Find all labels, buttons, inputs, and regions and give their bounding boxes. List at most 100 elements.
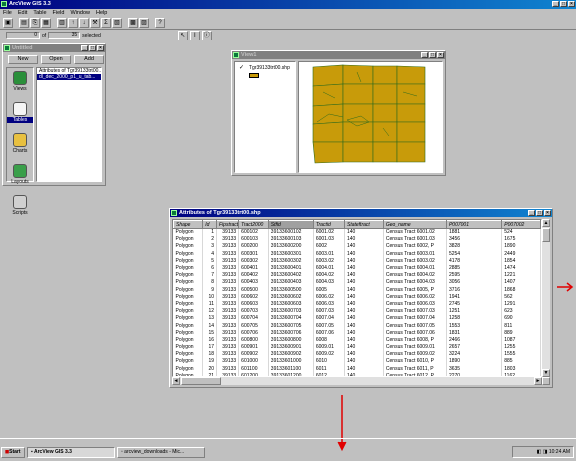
table-cell[interactable]: 39133601100	[268, 365, 314, 373]
table-cell[interactable]: 3716	[446, 286, 503, 294]
column-header[interactable]: P007002	[501, 220, 541, 229]
table-cell[interactable]: 600703	[238, 307, 269, 315]
table-cell[interactable]: 5	[202, 257, 217, 265]
scroll-thumb[interactable]	[181, 377, 221, 385]
copy-icon[interactable]: ⎘	[30, 18, 40, 28]
table-cell[interactable]: 600901	[238, 343, 269, 351]
table-cell[interactable]: Census Tract 6011, P	[383, 365, 447, 373]
new-button[interactable]: New	[8, 55, 38, 64]
identify-tool-icon[interactable]: ⓘ	[201, 30, 212, 41]
table-cell[interactable]: 811	[501, 321, 541, 330]
table-cell[interactable]: Census Tract 6003.02	[383, 257, 447, 265]
table-cell[interactable]: Polygon	[173, 329, 204, 337]
table-cell[interactable]: Polygon	[173, 307, 204, 315]
table-cell[interactable]: 600800	[238, 336, 269, 344]
column-header[interactable]: Tract2000	[238, 220, 269, 229]
table-cell[interactable]: 1675	[501, 235, 541, 243]
table-cell[interactable]: 140	[344, 264, 384, 272]
table-cell[interactable]: 39133	[216, 235, 240, 243]
table-cell[interactable]: 3	[202, 242, 217, 251]
minimize-button[interactable]: _	[528, 210, 535, 216]
promote-icon[interactable]: ▨	[139, 18, 149, 28]
vertical-scrollbar[interactable]: ▲ ▼	[542, 219, 550, 377]
table-cell[interactable]: 140	[344, 357, 384, 366]
table-cell[interactable]: Census Tract 6006.03	[383, 300, 447, 308]
menu-help[interactable]: Help	[96, 9, 107, 17]
table-cell[interactable]: 6006.02	[313, 293, 345, 301]
table-cell[interactable]: 39133	[216, 321, 240, 330]
attribute-grid[interactable]: Shape Id Fipstract Tract2000 Stfid Tractid Sta…	[172, 219, 542, 377]
table-cell[interactable]: 39133	[216, 314, 240, 322]
table-cell[interactable]: 12	[202, 307, 217, 315]
table-cell[interactable]: 39133600704	[268, 314, 314, 322]
paste-icon[interactable]: ▦	[41, 18, 51, 28]
table-cell[interactable]: 6001.02	[313, 228, 345, 236]
table-cell[interactable]: 39133	[216, 293, 240, 301]
table-cell[interactable]: 2	[202, 235, 217, 243]
table-row[interactable]: Polygon 3 39133 600200 39133600200 6002 140 Cen…	[173, 242, 541, 251]
table-cell[interactable]: Polygon	[173, 314, 204, 322]
table-cell[interactable]: 39133600800	[268, 336, 314, 344]
category-views[interactable]: Views	[7, 71, 33, 99]
table-cell[interactable]: Census Tract 6003.01	[383, 250, 447, 258]
table-cell[interactable]: 562	[501, 293, 541, 301]
table-cell[interactable]: 39133600403	[268, 278, 314, 286]
scroll-thumb[interactable]	[542, 228, 550, 242]
table-cell[interactable]: 39133	[216, 343, 240, 351]
menu-file[interactable]: File	[3, 9, 12, 17]
table-row[interactable]: Polygon 2 39133 600103 39133600103 6001.03 140…	[173, 235, 541, 243]
table-cell[interactable]: 140	[344, 350, 384, 358]
menu-table[interactable]: Table	[33, 9, 46, 17]
table-cell[interactable]: 1854	[501, 257, 541, 265]
save-icon[interactable]: ▣	[3, 18, 13, 28]
resize-grip[interactable]	[542, 377, 550, 385]
table-cell[interactable]: 39133	[216, 242, 240, 251]
table-row[interactable]: Polygon 11 39133 600603 39133600603 6006.03 14…	[173, 300, 541, 308]
close-button[interactable]: ×	[97, 45, 104, 51]
table-cell[interactable]: 14	[202, 321, 217, 330]
column-header[interactable]: Id	[202, 220, 217, 229]
table-cell[interactable]: 1258	[446, 314, 503, 322]
table-cell[interactable]: 39133600706	[268, 329, 314, 337]
table-cell[interactable]: 39133	[216, 286, 240, 294]
table-row[interactable]: Polygon 9 39133 600500 39133600500 6005 140 Cen…	[173, 286, 541, 294]
table-cell[interactable]: 600403	[238, 278, 269, 286]
table-cell[interactable]: 39133	[216, 307, 240, 315]
table-cell[interactable]: 885	[501, 357, 541, 366]
close-button[interactable]: ×	[437, 52, 444, 58]
table-row[interactable]: Polygon 14 39133 600705 39133600705 6007.05 14…	[173, 321, 541, 330]
table-cell[interactable]: 1831	[446, 329, 503, 337]
table-cell[interactable]: 3828	[446, 242, 503, 251]
project-window[interactable]: Untitled _ □ × New Open Add Views Tables…	[2, 43, 106, 216]
table-cell[interactable]: 39133600901	[268, 343, 314, 351]
table-row[interactable]: Polygon 1 39133 600102 39133600102 6001.02 140…	[173, 228, 541, 236]
table-row[interactable]: Polygon 5 39133 600302 39133600302 6003.02 140…	[173, 257, 541, 265]
table-cell[interactable]: 889	[501, 329, 541, 337]
scroll-down-icon[interactable]: ▼	[542, 369, 550, 377]
table-cell[interactable]: 600704	[238, 314, 269, 322]
table-cell[interactable]: 6004.02	[313, 271, 345, 279]
table-cell[interactable]: 7	[202, 271, 217, 279]
table-cell[interactable]: 6009.01	[313, 343, 345, 351]
table-row[interactable]: Polygon 19 39133 601000 39133601000 6010 140 Ce…	[173, 357, 541, 366]
chart-icon[interactable]: ▧	[112, 18, 122, 28]
table-cell[interactable]: 140	[344, 228, 384, 236]
view-window[interactable]: View1 _ □ × ✓ Tgr39133trt00.shp	[231, 50, 446, 176]
table-cell[interactable]: 39133600703	[268, 307, 314, 315]
open-button[interactable]: Open	[41, 55, 71, 64]
table-cell[interactable]: 140	[344, 286, 384, 294]
table-cell[interactable]: 39133	[216, 278, 240, 286]
table-cell[interactable]: 3456	[446, 235, 503, 243]
table-cell[interactable]: 6008	[313, 336, 345, 344]
table-cell[interactable]: 6007.06	[313, 329, 345, 337]
table-cell[interactable]: 2595	[446, 271, 503, 279]
table-cell[interactable]: Polygon	[173, 293, 204, 301]
minimize-button[interactable]: _	[421, 52, 428, 58]
table-cell[interactable]: 39133600200	[268, 242, 314, 251]
menu-edit[interactable]: Edit	[18, 9, 27, 17]
table-cell[interactable]: 1251	[446, 307, 503, 315]
table-cell[interactable]: 15	[202, 329, 217, 337]
table-cell[interactable]: 5254	[446, 250, 503, 258]
table-cell[interactable]: 6	[202, 264, 217, 272]
table-cell[interactable]: 600705	[238, 321, 269, 330]
